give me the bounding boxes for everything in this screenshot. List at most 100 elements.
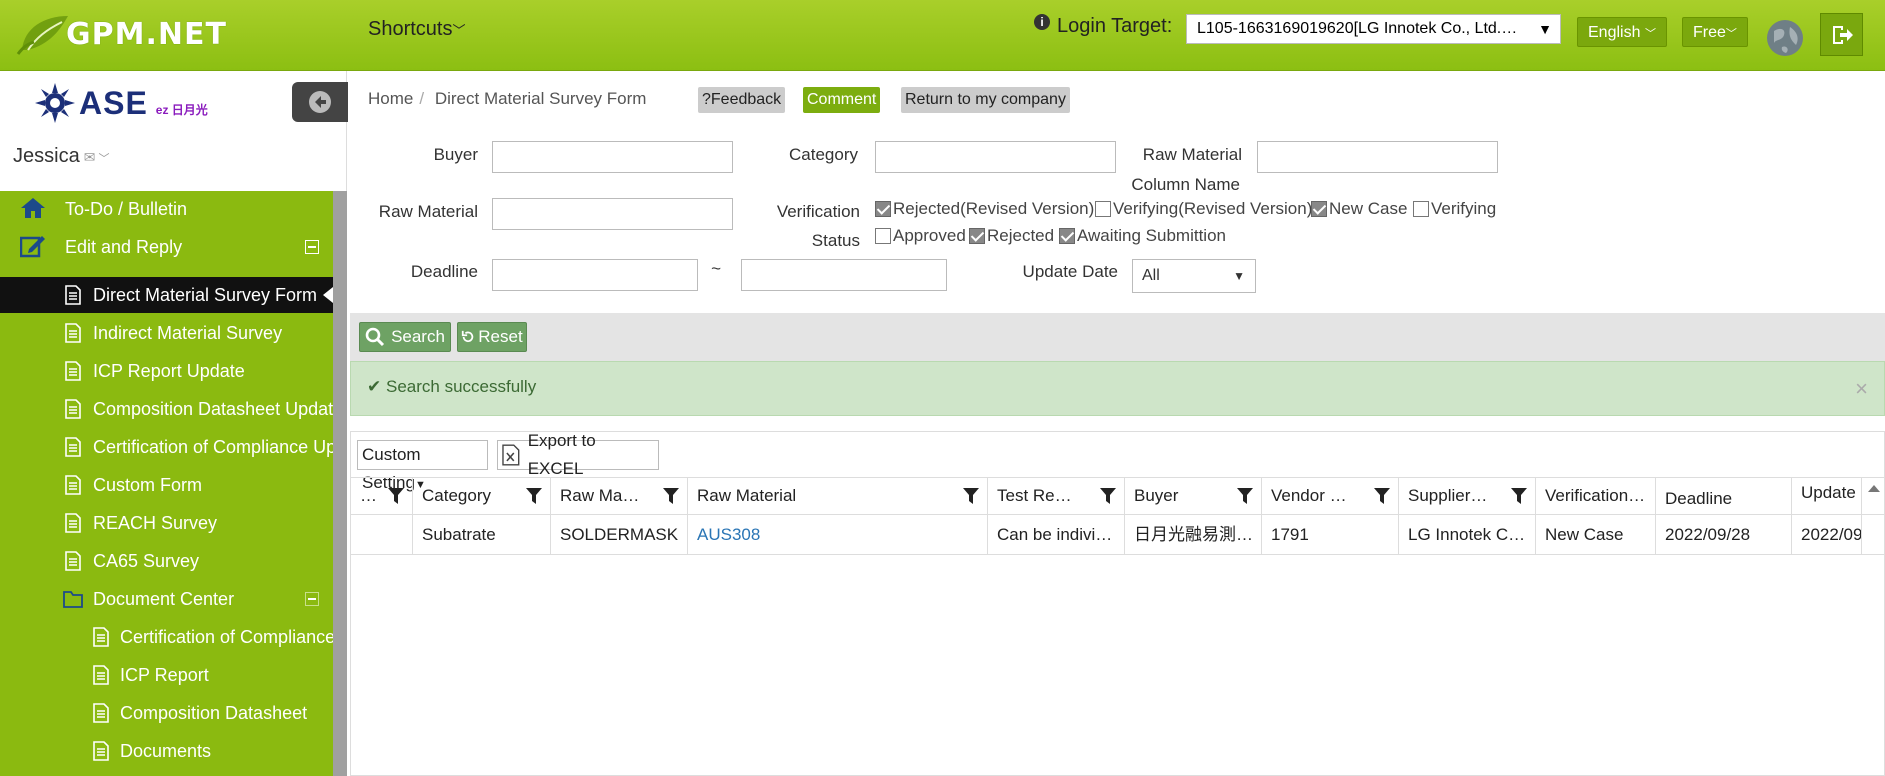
custom-setting-dropdown[interactable]: Custom Setting▼ xyxy=(357,440,488,492)
sidebar-item-custom-form[interactable]: Custom Form xyxy=(0,467,333,503)
raw-material-column-label-2: Column Name xyxy=(1131,175,1240,194)
sidebar-item-label: Document Center xyxy=(93,589,235,609)
status-checkbox-verifying-revised[interactable]: Verifying(Revised Version) xyxy=(1095,199,1312,219)
return-company-button[interactable]: Return to my company xyxy=(901,87,1070,113)
globe-icon[interactable] xyxy=(1766,19,1804,57)
col-header-category[interactable]: Category xyxy=(413,478,551,515)
login-target-select[interactable]: L105-1663169019620[LG Innotek Co., Ltd.…… xyxy=(1186,14,1561,44)
status-checkbox-awaiting[interactable]: Awaiting Submittion xyxy=(1059,226,1226,246)
checkbox-icon xyxy=(875,228,891,244)
table-cell: LG Innotek C… xyxy=(1399,515,1536,555)
col-header-raw-material[interactable]: Raw Material xyxy=(688,478,988,515)
filter-icon[interactable] xyxy=(1237,488,1253,504)
filter-icon[interactable] xyxy=(526,488,542,504)
shortcuts-menu[interactable]: Shortcuts﹀ xyxy=(368,18,466,41)
export-excel-label: Export to EXCEL xyxy=(527,431,596,478)
feedback-button[interactable]: ?Feedback xyxy=(698,87,786,113)
sidebar-item-direct-material[interactable]: Direct Material Survey Form xyxy=(0,277,333,313)
status-checkbox-rejected-revised[interactable]: Rejected(Revised Version) xyxy=(875,199,1094,219)
update-date-select[interactable]: All ▼ xyxy=(1132,259,1256,293)
user-name: Jessica xyxy=(13,145,80,167)
sidebar-item-indirect-material[interactable]: Indirect Material Survey xyxy=(0,315,333,351)
reset-button-label: Reset xyxy=(478,327,523,346)
scroll-up-icon[interactable] xyxy=(1868,485,1880,492)
sidebar-item-icp-update[interactable]: ICP Report Update xyxy=(0,353,333,389)
status-checkbox-verifying[interactable]: Verifying xyxy=(1413,199,1496,219)
col-header-label: Supplier… xyxy=(1408,486,1488,505)
raw-material-link[interactable]: AUS308 xyxy=(697,525,760,544)
arrow-left-circle-icon xyxy=(309,91,331,113)
sidebar-item-coc[interactable]: Certification of Compliance xyxy=(0,619,333,655)
top-header: GPM.NET Shortcuts﹀ i Login Target: L105-… xyxy=(0,0,1885,71)
filter-icon[interactable] xyxy=(663,488,679,504)
col-header-deadline[interactable]: Deadline xyxy=(1656,478,1792,515)
raw-material-column-label: Raw Material xyxy=(1142,145,1242,164)
search-action-bar: Search Reset xyxy=(350,313,1885,361)
raw-material-input[interactable] xyxy=(492,198,733,230)
reset-button[interactable]: Reset xyxy=(457,322,527,352)
sidebar-scrollbar[interactable] xyxy=(333,191,347,776)
deadline-label: Deadline xyxy=(410,262,478,281)
collapse-toggle-icon[interactable] xyxy=(305,240,319,254)
document-icon xyxy=(93,665,109,685)
plan-button[interactable]: Free﹀ xyxy=(1682,17,1748,47)
sidebar-item-todo[interactable]: To-Do / Bulletin xyxy=(0,191,333,227)
document-icon xyxy=(93,703,109,723)
status-checkbox-approved[interactable]: Approved xyxy=(875,226,966,246)
col-header-test-report[interactable]: Test Re… xyxy=(988,478,1125,515)
sidebar-item-ca65[interactable]: CA65 Survey xyxy=(0,543,333,579)
col-header-vendor[interactable]: Vendor … xyxy=(1262,478,1399,515)
sidebar-item-reach[interactable]: REACH Survey xyxy=(0,505,333,541)
table-row[interactable]: Subatrate SOLDERMASK AUS308 Can be indiv… xyxy=(351,515,1884,555)
export-excel-button[interactable]: Export to EXCEL xyxy=(497,431,659,478)
chevron-down-icon: ﹀ xyxy=(452,23,466,38)
col-header-supplier[interactable]: Supplier… xyxy=(1399,478,1536,515)
col-header-buyer[interactable]: Buyer xyxy=(1125,478,1262,515)
status-checkbox-rejected[interactable]: Rejected xyxy=(969,226,1054,246)
checkbox-label: Verifying(Revised Version) xyxy=(1113,199,1313,218)
filter-icon[interactable] xyxy=(1100,488,1116,504)
table-cell: New Case xyxy=(1536,515,1656,555)
sidebar-item-icp-report[interactable]: ICP Report xyxy=(0,657,333,693)
buyer-input[interactable] xyxy=(492,141,733,173)
sidebar-item-document-center[interactable]: Document Center xyxy=(0,581,333,617)
comment-button[interactable]: Comment xyxy=(803,87,881,113)
status-checkbox-new-case[interactable]: New Case xyxy=(1311,199,1407,219)
col-header-label: Raw Material xyxy=(697,486,797,505)
success-alert: ✔ Search successfully × xyxy=(350,361,1885,416)
category-input[interactable] xyxy=(875,141,1116,173)
deadline-from-input[interactable] xyxy=(492,259,698,291)
brand-name: ASE xyxy=(79,84,148,121)
sidebar-item-coc-update[interactable]: Certification of Compliance Upd xyxy=(0,429,333,465)
logout-button[interactable] xyxy=(1820,13,1863,56)
raw-material-column-input[interactable] xyxy=(1257,141,1498,173)
col-header-update[interactable]: Update xyxy=(1792,478,1862,515)
filter-icon[interactable] xyxy=(963,488,979,504)
collapse-sidebar-button[interactable] xyxy=(292,82,348,122)
filter-icon[interactable] xyxy=(388,488,404,504)
sidebar-item-composition[interactable]: Composition Datasheet xyxy=(0,695,333,731)
filter-icon[interactable] xyxy=(1511,488,1527,504)
col-header-verification[interactable]: Verification… xyxy=(1536,478,1656,515)
user-menu[interactable]: Jessica ✉ ﹀ xyxy=(13,145,110,168)
col-header-label: Deadline xyxy=(1665,489,1733,508)
verification-status-label-2: Status xyxy=(811,231,860,250)
sidebar-item-documents[interactable]: Documents xyxy=(0,733,333,769)
col-header-raw-material-type[interactable]: Raw Ma… xyxy=(551,478,688,515)
sidebar-item-label: REACH Survey xyxy=(93,513,218,533)
close-icon[interactable]: × xyxy=(1855,376,1868,402)
filter-icon[interactable] xyxy=(1374,488,1390,504)
gpm-logo[interactable]: GPM.NET xyxy=(14,10,227,58)
document-icon xyxy=(65,551,81,571)
sidebar-item-edit-reply[interactable]: Edit and Reply xyxy=(0,229,333,265)
ase-brand-logo: ASE ez 日月光 xyxy=(35,83,208,123)
col-header-label: Buyer xyxy=(1134,486,1179,505)
sidebar-item-composition-update[interactable]: Composition Datasheet Update xyxy=(0,391,333,427)
deadline-to-input[interactable] xyxy=(741,259,947,291)
collapse-toggle-icon[interactable] xyxy=(305,592,319,606)
breadcrumb-home[interactable]: Home xyxy=(368,89,413,108)
sidebar-item-label: Direct Material Survey Form xyxy=(93,285,318,305)
col-header-select[interactable]: … xyxy=(351,478,413,515)
language-button[interactable]: English ﹀ xyxy=(1577,17,1667,47)
search-button[interactable]: Search xyxy=(359,322,451,352)
